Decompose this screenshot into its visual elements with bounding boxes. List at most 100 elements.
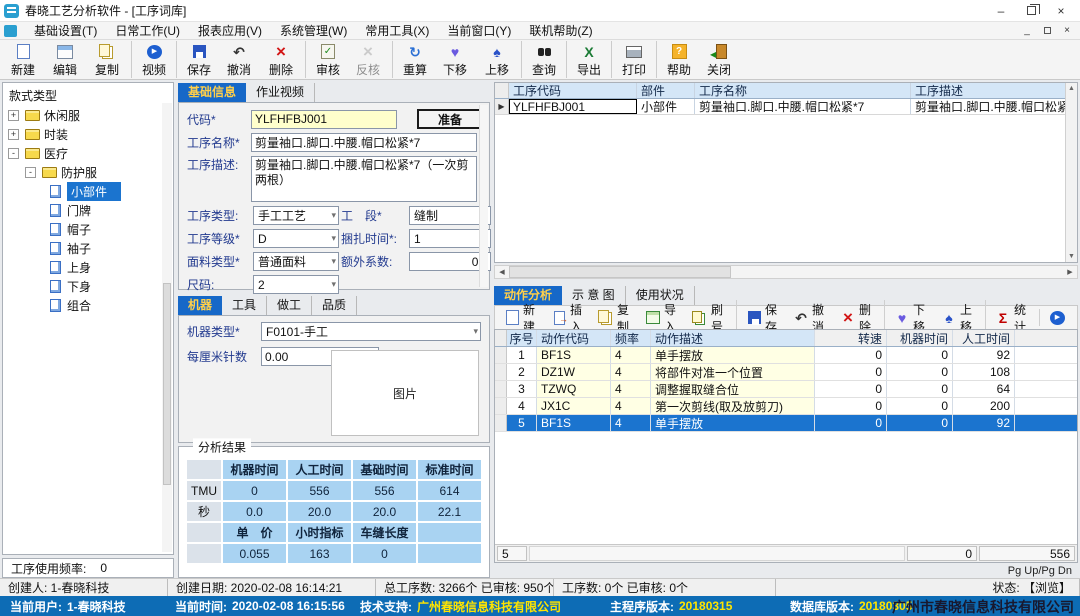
menu-item[interactable]: 当前窗口(Y) — [438, 22, 520, 40]
tree-item[interactable]: + 时装 — [3, 125, 173, 144]
labor-time-cell[interactable]: 92 — [953, 415, 1015, 431]
machine-time-cell[interactable]: 0 — [887, 364, 953, 380]
frequency-cell[interactable]: 4 — [611, 381, 651, 397]
action-code-cell[interactable]: DZ1W — [537, 364, 611, 380]
seq-cell[interactable]: 2 — [507, 364, 537, 380]
col-header-process-name[interactable]: 工序名称 — [695, 83, 911, 98]
frequency-cell[interactable]: 4 — [611, 347, 651, 363]
speed-cell[interactable]: 0 — [815, 415, 887, 431]
col-header-speed[interactable]: 转速 — [815, 330, 887, 346]
machine-time-cell[interactable]: 0 — [887, 347, 953, 363]
toolbar-button[interactable]: 保存 — [176, 41, 218, 78]
tree-expander-icon[interactable]: + — [8, 110, 19, 121]
toolbar-button[interactable]: 查询 — [521, 41, 563, 78]
action-desc-cell[interactable]: 单手摆放 — [651, 415, 815, 431]
action-table-row[interactable]: 1 BF1S 4 单手摆放 0 0 92 — [495, 347, 1077, 364]
col-header-machine-time[interactable]: 机器时间 — [887, 330, 953, 346]
action-code-cell[interactable]: TZWQ — [537, 381, 611, 397]
process-type-select[interactable]: 手工工艺▾ — [253, 206, 339, 225]
toolbar-button[interactable]: 打印 — [611, 41, 653, 78]
tree-vertical-scrollbar[interactable] — [162, 103, 172, 552]
ready-button[interactable]: 准备 — [417, 109, 483, 129]
toolbar-button[interactable]: 删除 — [260, 41, 302, 78]
tab[interactable]: 品质 — [312, 296, 357, 315]
menu-item[interactable]: 日常工作(U) — [106, 22, 189, 40]
tree-item[interactable]: - 防护服 — [3, 163, 173, 182]
toolbar-button[interactable]: 视频 — [131, 41, 173, 78]
menu-item[interactable]: 联机帮助(Z) — [520, 22, 601, 40]
tree-item[interactable]: - 医疗 — [3, 144, 173, 163]
toolbar-button[interactable]: 新建 — [2, 41, 44, 78]
machine-time-cell[interactable]: 0 — [887, 381, 953, 397]
seq-cell[interactable]: 4 — [507, 398, 537, 414]
machine-type-select[interactable]: F0101-手工▾ — [261, 322, 481, 341]
frequency-cell[interactable]: 4 — [611, 364, 651, 380]
size-select[interactable]: 2▾ — [253, 275, 339, 294]
menu-item[interactable]: 报表应用(V) — [189, 22, 271, 40]
tree-expander-icon[interactable]: - — [25, 167, 36, 178]
seq-cell[interactable]: 5 — [507, 415, 537, 431]
toolbar-button[interactable]: 下移 — [434, 41, 476, 78]
process-table-row[interactable]: ▶ YLFHFBJ001 小部件 剪量袖口.脚口.中腰.帽口松紧*7 剪量袖口.… — [495, 99, 1065, 115]
scroll-up-icon[interactable]: ▲ — [1068, 85, 1075, 92]
frequency-cell[interactable]: 4 — [611, 398, 651, 414]
tree-item[interactable]: 帽子 — [3, 220, 173, 239]
tree-item[interactable]: + 休闲服 — [3, 106, 173, 125]
frequency-cell[interactable]: 4 — [611, 415, 651, 431]
process-code-cell[interactable]: YLFHFBJ001 — [509, 99, 637, 114]
toolbar-button[interactable]: 上移 — [476, 41, 518, 78]
tree-item[interactable]: 上身 — [3, 258, 173, 277]
machine-time-cell[interactable]: 0 — [887, 415, 953, 431]
process-table-vertical-scrollbar[interactable]: ▲ ▼ — [1065, 83, 1077, 262]
process-name-input[interactable]: 剪量袖口.脚口.中腰.帽口松紧*7 — [251, 133, 477, 152]
part-cell[interactable]: 小部件 — [637, 99, 695, 114]
toolbar-button[interactable]: 关闭 — [698, 41, 740, 78]
toolbar-button[interactable]: 审核 — [305, 41, 347, 78]
speed-cell[interactable]: 0 — [815, 347, 887, 363]
scroll-left-icon[interactable]: ◀ — [495, 268, 509, 276]
toolbar-button[interactable]: 帮助 — [656, 41, 698, 78]
action-code-cell[interactable]: JX1C — [537, 398, 611, 414]
col-header-seq[interactable]: 序号 — [507, 330, 537, 346]
labor-time-cell[interactable]: 92 — [953, 347, 1015, 363]
process-table-horizontal-scrollbar[interactable]: ◀ ▶ — [494, 265, 1078, 279]
toolbar-button[interactable]: 重算 — [392, 41, 434, 78]
action-table-row[interactable]: 5 BF1S 4 单手摆放 0 0 92 — [495, 415, 1077, 432]
scrollbar-thumb[interactable] — [163, 283, 171, 485]
labor-time-cell[interactable]: 108 — [953, 364, 1015, 380]
process-desc-textarea[interactable]: 剪量袖口.脚口.中腰.帽口松紧*7（一次剪两根） — [251, 156, 477, 202]
tab[interactable]: 工具 — [222, 296, 267, 315]
close-button[interactable]: × — [1046, 1, 1076, 21]
action-table-row[interactable]: 3 TZWQ 4 调整握取缝合位 0 0 64 — [495, 381, 1077, 398]
scroll-down-icon[interactable]: ▼ — [1068, 253, 1075, 260]
code-input[interactable]: YLFHFBJ001 — [251, 110, 397, 129]
menu-item[interactable]: 基础设置(T) — [25, 22, 106, 40]
action-desc-cell[interactable]: 单手摆放 — [651, 347, 815, 363]
toolbar-button[interactable]: 导出 — [566, 41, 608, 78]
col-header-process-desc[interactable]: 工序描述 — [911, 83, 1065, 98]
speed-cell[interactable]: 0 — [815, 381, 887, 397]
mdi-restore-button[interactable] — [1038, 24, 1056, 38]
tree-item[interactable]: 小部件 — [3, 182, 173, 201]
toolbar-button[interactable]: 复制 — [86, 41, 128, 78]
action-desc-cell[interactable]: 第一次剪线(取及放剪刀) — [651, 398, 815, 414]
fabric-type-select[interactable]: 普通面料▾ — [253, 252, 339, 271]
col-header-frequency[interactable]: 频率 — [611, 330, 651, 346]
action-table-row[interactable]: 4 JX1C 4 第一次剪线(取及放剪刀) 0 0 200 — [495, 398, 1077, 415]
action-code-cell[interactable]: BF1S — [537, 415, 611, 431]
menu-item[interactable]: 常用工具(X) — [356, 22, 438, 40]
minimize-button[interactable]: – — [986, 1, 1016, 21]
seq-cell[interactable]: 3 — [507, 381, 537, 397]
mdi-close-button[interactable]: × — [1058, 24, 1076, 38]
tree-item[interactable]: 组合 — [3, 296, 173, 315]
tree-item[interactable]: 门牌 — [3, 201, 173, 220]
seq-cell[interactable]: 1 — [507, 347, 537, 363]
col-header-part[interactable]: 部件 — [637, 83, 695, 98]
toolbar-button[interactable]: 撤消 — [218, 41, 260, 78]
tree-item[interactable]: 下身 — [3, 277, 173, 296]
tree-expander-icon[interactable]: - — [8, 148, 19, 159]
speed-cell[interactable]: 0 — [815, 364, 887, 380]
toolbar-button[interactable]: 编辑 — [44, 41, 86, 78]
action-table-row[interactable]: 2 DZ1W 4 将部件对准一个位置 0 0 108 — [495, 364, 1077, 381]
col-header-labor-time[interactable]: 人工时间 — [953, 330, 1015, 346]
